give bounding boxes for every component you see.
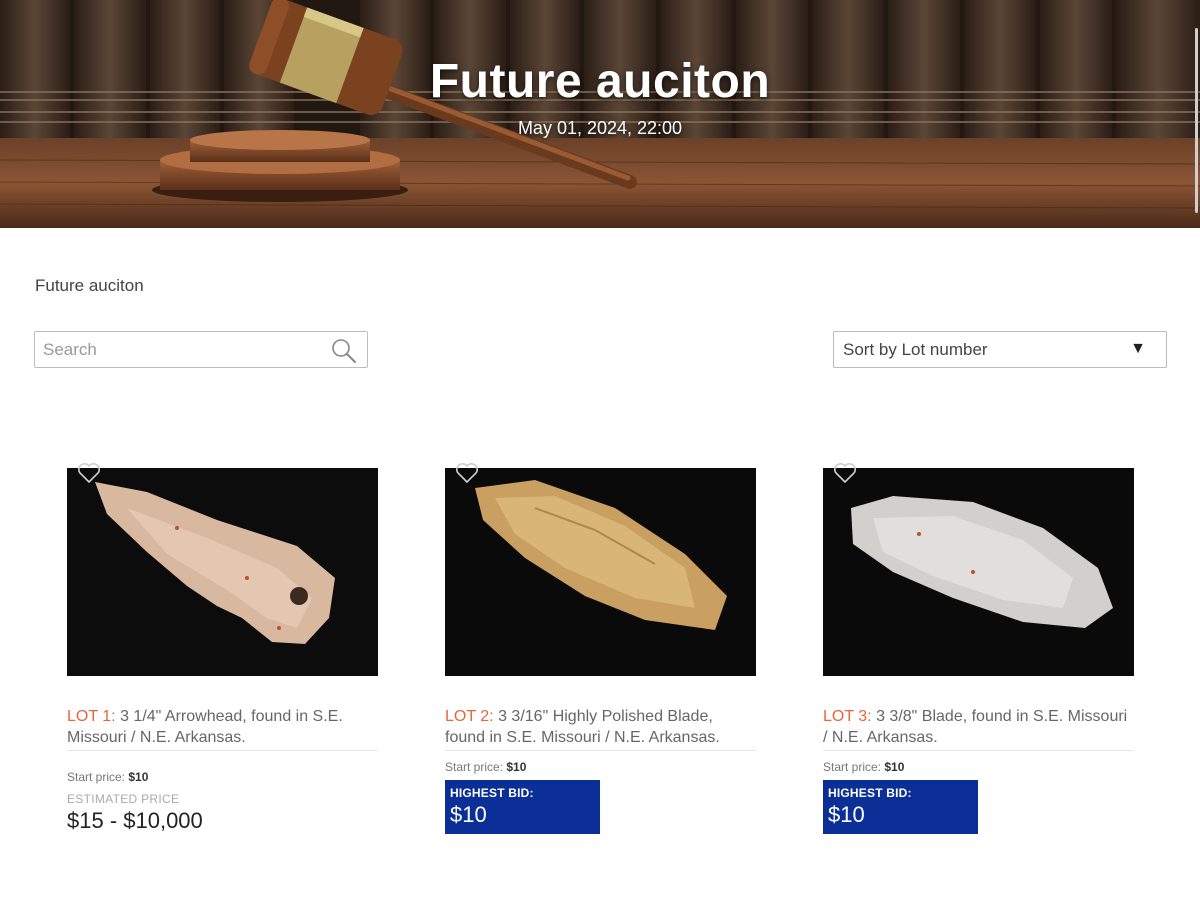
highest-bid-box: HIGHEST BID: $10 [445,780,600,834]
auction-date: May 01, 2024, 22:00 [517,118,683,138]
search-icon[interactable] [331,338,357,364]
start-price-label: Start price: [67,770,126,784]
auction-title: Future auciton [429,55,771,108]
start-price: Start price: $10 [445,760,526,774]
start-price-value: $10 [884,760,905,774]
heart-icon[interactable] [455,462,479,484]
lot-number: LOT 2: [445,708,494,725]
divider [823,750,1134,751]
divider [445,750,756,751]
search-box[interactable] [34,331,368,368]
sort-select[interactable]: Sort by Lot number ▼ [833,331,1167,368]
hero-banner: Future auciton May 01, 2024, 22:00 [0,0,1200,228]
triangle-down-icon: ▼ [1130,340,1146,357]
highest-bid-value: $10 [450,802,487,827]
lot-description[interactable]: LOT 2: 3 3/16" Highly Polished Blade, fo… [445,706,756,748]
search-input[interactable] [43,332,323,367]
start-price-label: Start price: [823,760,882,774]
sort-selected-value: Sort by Lot number [843,340,988,359]
lot-photo-arrowhead[interactable] [67,468,378,676]
breadcrumb[interactable]: Future auciton [35,276,144,296]
lot-photo-blade[interactable] [823,468,1134,676]
start-price-value: $10 [128,770,149,784]
lot-description[interactable]: LOT 1: 3 1/4" Arrowhead, found in S.E. M… [67,706,378,748]
estimated-price-value: $15 - $10,000 [67,808,203,833]
scrollbar[interactable] [1195,28,1198,213]
highest-bid-box: HIGHEST BID: $10 [823,780,978,834]
start-price-value: $10 [506,760,527,774]
lot-photo-blade[interactable] [445,468,756,676]
lot-description[interactable]: LOT 3: 3 3/8" Blade, found in S.E. Misso… [823,706,1134,748]
estimated-price-label: ESTIMATED PRICE [67,792,180,806]
lot-number: LOT 3: [823,708,872,725]
lot-number: LOT 1: [67,708,116,725]
heart-icon[interactable] [833,462,857,484]
start-price: Start price: $10 [67,770,148,784]
highest-bid-value: $10 [828,802,865,827]
start-price: Start price: $10 [823,760,904,774]
start-price-label: Start price: [445,760,504,774]
divider [67,750,378,751]
heart-icon[interactable] [77,462,101,484]
gavel-books-background [0,0,1200,228]
highest-bid-label: HIGHEST BID: [450,786,534,800]
highest-bid-label: HIGHEST BID: [828,786,912,800]
